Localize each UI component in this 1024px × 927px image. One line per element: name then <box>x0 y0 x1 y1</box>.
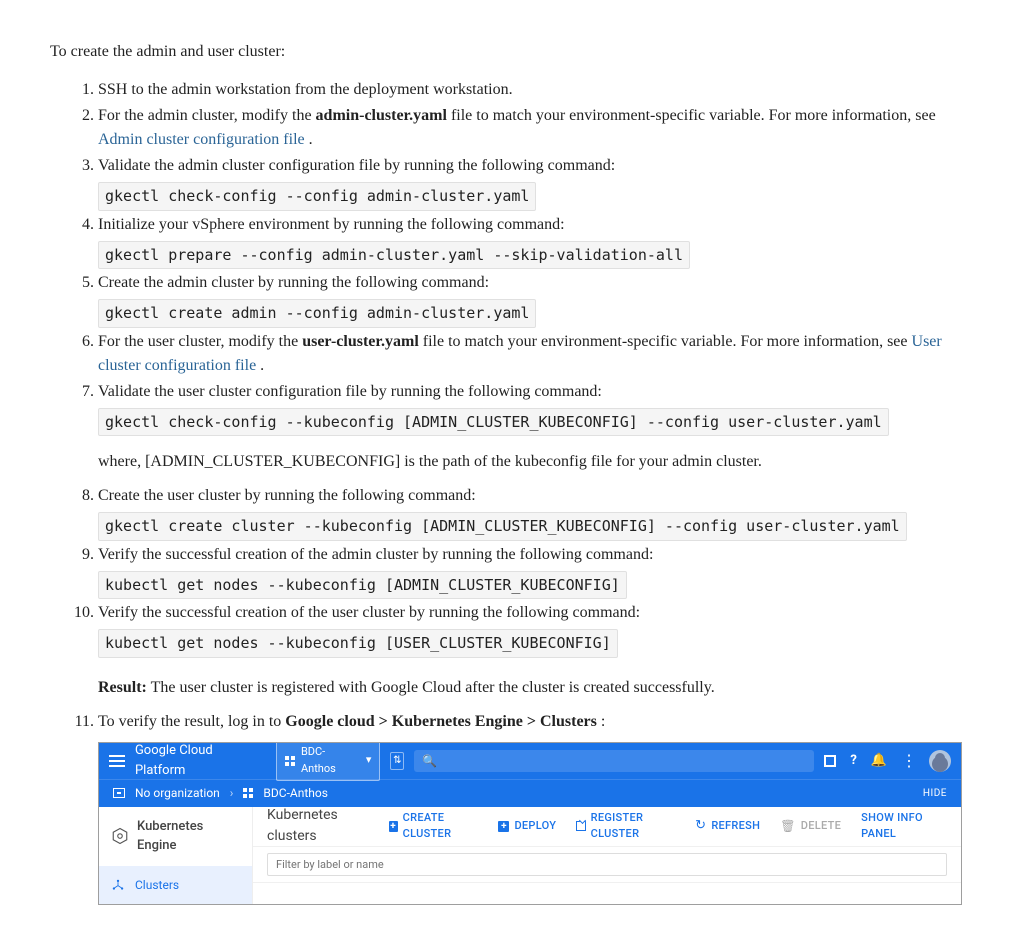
step-2-dot: . <box>305 131 313 148</box>
filter-input[interactable] <box>267 853 947 876</box>
deploy-label: DEPLOY <box>514 818 556 835</box>
gcp-toolbar: Kubernetes clusters + CREATE CLUSTER + DEP… <box>253 807 961 847</box>
gcp-sidebar: Kubernetes Engine Clusters <box>99 807 253 904</box>
step-2: For the admin cluster, modify the admin-… <box>98 104 974 152</box>
step-10-cmd: kubectl get nodes --kubeconfig [USER_CLU… <box>98 629 618 658</box>
gcp-topbar: Google Cloud Platform BDC-Anthos ▾ ⇅ 🔍 ?… <box>99 743 961 779</box>
result-text: The user cluster is registered with Goog… <box>147 679 715 696</box>
swap-button[interactable]: ⇅ <box>390 752 404 770</box>
register-cluster-button[interactable]: REGISTER CLUSTER <box>576 810 675 843</box>
main-title: Kubernetes clusters <box>267 805 369 847</box>
project-name: BDC-Anthos <box>301 744 360 777</box>
tag-icon <box>576 821 585 831</box>
step-10: Verify the successful creation of the us… <box>98 601 974 700</box>
delete-label: DELETE <box>801 818 841 835</box>
step-6-file: user-cluster.yaml <box>302 333 419 350</box>
step-5-text: Create the admin cluster by running the … <box>98 274 489 291</box>
hamburger-icon[interactable] <box>109 755 125 767</box>
step-9-text: Verify the successful creation of the ad… <box>98 546 653 563</box>
step-9-cmd: kubectl get nodes --kubeconfig [ADMIN_CL… <box>98 571 627 600</box>
step-11: To verify the result, log in to Google c… <box>98 710 974 905</box>
step-2-file: admin-cluster.yaml <box>316 107 447 124</box>
create-cluster-button[interactable]: + CREATE CLUSTER <box>389 810 479 843</box>
step-8-text: Create the user cluster by running the f… <box>98 487 476 504</box>
step-7-where: where, [ADMIN_CLUSTER_KUBECONFIG] is the… <box>98 450 974 474</box>
clusters-icon <box>111 878 125 892</box>
plus-icon: + <box>498 821 509 832</box>
org-icon <box>113 788 125 798</box>
gcp-breadcrumb: No organization › BDC-Anthos HIDE <box>99 779 961 807</box>
sidebar-header[interactable]: Kubernetes Engine <box>99 807 252 866</box>
cloud-shell-icon[interactable] <box>824 755 836 767</box>
admin-config-link[interactable]: Admin cluster configuration file <box>98 131 305 148</box>
result-label: Result: <box>98 679 147 696</box>
step-5-cmd: gkectl create admin --config admin-clust… <box>98 299 536 328</box>
search-input[interactable]: 🔍 <box>414 750 814 772</box>
show-info-panel-button[interactable]: SHOW INFO PANEL <box>861 810 947 843</box>
trash-icon: 🗑 <box>780 817 796 835</box>
step-4: Initialize your vSphere environment by r… <box>98 213 974 270</box>
kubernetes-icon <box>111 827 129 845</box>
refresh-label: REFRESH <box>711 818 760 835</box>
plus-icon: + <box>389 821 398 832</box>
step-3-cmd: gkectl check-config --config admin-clust… <box>98 182 536 211</box>
delete-button: 🗑 DELETE <box>780 817 841 835</box>
create-label: CREATE CLUSTER <box>403 810 479 843</box>
step-8: Create the user cluster by running the f… <box>98 484 974 541</box>
step-11-colon: : <box>597 713 605 730</box>
gcp-screenshot: Google Cloud Platform BDC-Anthos ▾ ⇅ 🔍 ?… <box>98 742 962 905</box>
step-7: Validate the user cluster configuration … <box>98 380 974 475</box>
filter-bar <box>253 847 961 883</box>
step-1: SSH to the admin workstation from the de… <box>98 78 974 102</box>
step-10-result: Result: The user cluster is registered w… <box>98 676 974 700</box>
intro-text: To create the admin and user cluster: <box>50 40 974 64</box>
gcp-main: Kubernetes clusters + CREATE CLUSTER + DEP… <box>253 807 961 904</box>
search-icon: 🔍 <box>422 752 437 770</box>
step-6-pre: For the user cluster, modify the <box>98 333 302 350</box>
refresh-icon: ↻ <box>695 816 706 836</box>
sidebar-item-clusters[interactable]: Clusters <box>99 866 252 904</box>
deploy-button[interactable]: + DEPLOY <box>498 818 556 835</box>
step-4-text: Initialize your vSphere environment by r… <box>98 216 565 233</box>
step-6: For the user cluster, modify the user-cl… <box>98 330 974 378</box>
step-4-cmd: gkectl prepare --config admin-cluster.ya… <box>98 241 690 270</box>
step-7-cmd: gkectl check-config --kubeconfig [ADMIN_… <box>98 408 889 437</box>
step-8-cmd: gkectl create cluster --kubeconfig [ADMI… <box>98 512 907 541</box>
register-label: REGISTER CLUSTER <box>591 810 676 843</box>
project-icon <box>243 788 253 798</box>
step-6-post: file to match your environment-specific … <box>419 333 912 350</box>
step-10-text: Verify the successful creation of the us… <box>98 604 640 621</box>
sidebar-header-label: Kubernetes Engine <box>137 817 240 856</box>
breadcrumb-org[interactable]: No organization <box>135 784 220 802</box>
hide-button[interactable]: HIDE <box>923 786 947 801</box>
step-9: Verify the successful creation of the ad… <box>98 543 974 600</box>
more-menu-icon[interactable]: ⋮ <box>901 749 915 773</box>
refresh-button[interactable]: ↻ REFRESH <box>695 816 760 836</box>
step-1-text: SSH to the admin workstation from the de… <box>98 81 513 98</box>
step-2-post: file to match your environment-specific … <box>447 107 936 124</box>
step-11-path: Google cloud > Kubernetes Engine > Clust… <box>285 713 597 730</box>
step-11-pre: To verify the result, log in to <box>98 713 285 730</box>
help-icon[interactable]: ? <box>850 751 856 771</box>
chevron-down-icon: ▾ <box>366 752 372 769</box>
step-7-text: Validate the user cluster configuration … <box>98 383 602 400</box>
project-picker[interactable]: BDC-Anthos ▾ <box>276 742 380 782</box>
step-3: Validate the admin cluster configuration… <box>98 154 974 211</box>
avatar-icon[interactable] <box>929 750 951 772</box>
sidebar-clusters-label: Clusters <box>135 876 179 894</box>
step-2-pre: For the admin cluster, modify the <box>98 107 316 124</box>
project-icon <box>285 756 295 766</box>
steps-list: SSH to the admin workstation from the de… <box>50 78 974 905</box>
chevron-right-icon: › <box>230 784 234 802</box>
breadcrumb-project[interactable]: BDC-Anthos <box>263 784 328 802</box>
step-3-text: Validate the admin cluster configuration… <box>98 157 615 174</box>
notifications-icon[interactable]: 🔔 <box>871 751 887 771</box>
step-5: Create the admin cluster by running the … <box>98 271 974 328</box>
step-6-dot: . <box>256 357 264 374</box>
gcp-title: Google Cloud Platform <box>135 742 266 781</box>
